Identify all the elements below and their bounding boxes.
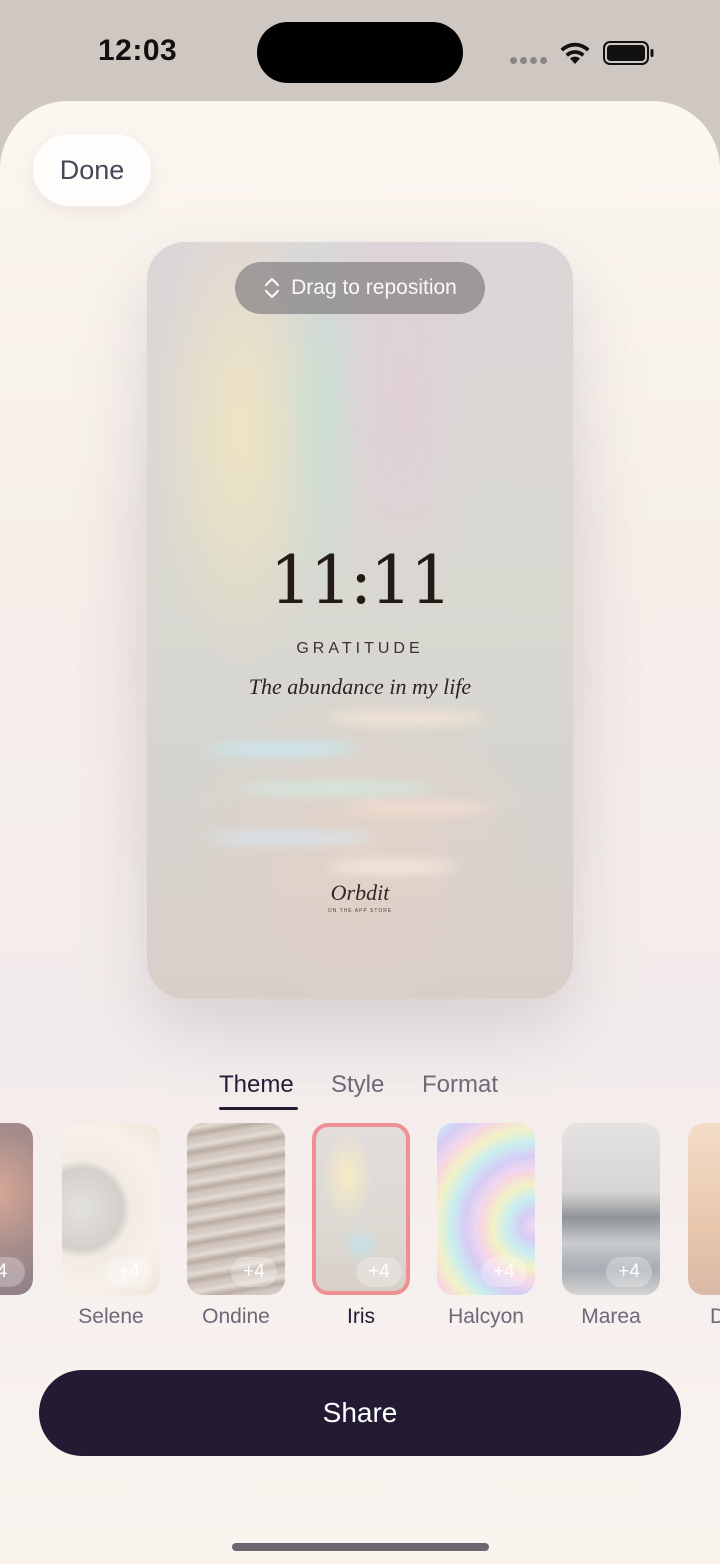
theme-label: D <box>710 1305 720 1328</box>
reposition-arrows-icon <box>265 277 280 299</box>
status-time: 12:03 <box>98 34 178 67</box>
preview-phrase: The abundance in my life <box>248 674 472 699</box>
variant-count-badge: +4 <box>606 1257 652 1287</box>
theme-label: Selene <box>78 1305 144 1328</box>
theme-label: Iris <box>347 1305 375 1328</box>
active-tab-indicator <box>219 1107 298 1110</box>
wallpaper-preview-card[interactable]: Drag to reposition 11:11 GRATITUDE The a… <box>147 242 573 999</box>
done-button[interactable]: Done <box>33 134 151 206</box>
variant-count-badge: +4 <box>356 1257 402 1287</box>
brand-logo: Orbdit <box>330 880 390 905</box>
theme-item-iris[interactable]: +4 Iris <box>312 1123 410 1333</box>
theme-item-marea[interactable]: +4 Marea <box>562 1123 660 1333</box>
status-bar: 12:03 <box>0 0 720 100</box>
home-indicator <box>232 1543 489 1551</box>
theme-label: Marea <box>581 1305 641 1328</box>
theme-item[interactable]: D <box>688 1123 720 1333</box>
preview-time: 11:11 <box>269 542 452 619</box>
wifi-icon <box>560 42 590 64</box>
variant-count-badge: +4 <box>106 1257 152 1287</box>
variant-count-badge: +4 <box>481 1257 527 1287</box>
editor-tabs: Theme Style Format <box>0 1071 720 1117</box>
theme-label: Halcyon <box>448 1305 524 1328</box>
tab-theme[interactable]: Theme <box>219 1071 294 1099</box>
theme-carousel[interactable]: 4 er +4 Selene +4 Ondine +4 Iris +4 Halc… <box>0 1123 720 1338</box>
theme-item-halcyon[interactable]: +4 Halcyon <box>437 1123 535 1333</box>
theme-thumbnail <box>688 1123 720 1295</box>
tab-format[interactable]: Format <box>422 1071 498 1099</box>
share-sheet: Done Drag to reposition 11:11 GRATITUDE … <box>0 101 720 1564</box>
share-button[interactable]: Share <box>39 1370 681 1456</box>
cellular-signal-icon <box>510 57 547 64</box>
battery-icon <box>603 41 654 65</box>
preview-category: GRATITUDE <box>296 640 424 657</box>
tab-style[interactable]: Style <box>331 1071 384 1099</box>
theme-label: Ondine <box>202 1305 270 1328</box>
reposition-hint-label: Drag to reposition <box>291 276 457 299</box>
variant-count-badge: +4 <box>231 1257 277 1287</box>
drag-to-reposition-hint[interactable]: Drag to reposition <box>235 262 485 314</box>
theme-item-ondine[interactable]: +4 Ondine <box>187 1123 285 1333</box>
theme-item-selene[interactable]: +4 Selene <box>62 1123 160 1333</box>
dynamic-island <box>257 22 463 83</box>
brand-tagline: ON THE APP STORE <box>327 908 393 914</box>
theme-item[interactable]: 4 er <box>0 1123 33 1333</box>
